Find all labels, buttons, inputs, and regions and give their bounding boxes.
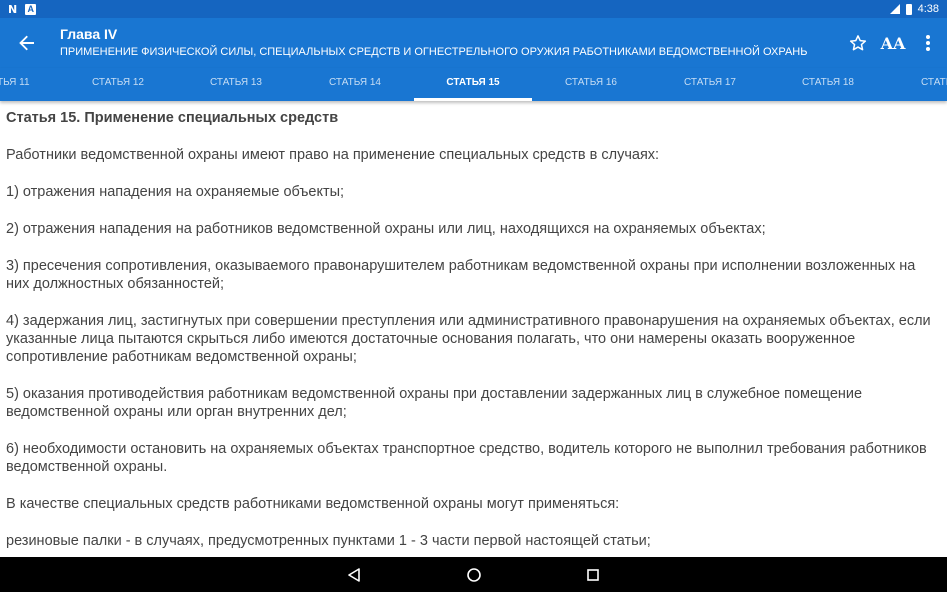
article-content[interactable]: Статья 15. Применение специальных средст…	[0, 101, 947, 557]
back-button[interactable]	[14, 30, 40, 56]
favorite-button[interactable]	[845, 30, 871, 56]
tab-article-17[interactable]: СТАТЬЯ 17	[651, 68, 769, 101]
star-outline-icon	[849, 35, 867, 51]
tab-article-12[interactable]: СТАТЬЯ 12	[59, 68, 177, 101]
article-paragraph: 5) оказания противодействия работникам в…	[6, 386, 863, 420]
tab-article-19[interactable]: СТАТЬЯ 19	[888, 68, 947, 101]
article-paragraph: резиновые палки - в случаях, предусмотре…	[6, 533, 651, 549]
tab-article-14[interactable]: СТАТЬЯ 14	[296, 68, 414, 101]
battery-icon	[905, 3, 912, 15]
nav-recents-button[interactable]	[583, 565, 603, 585]
notification-n-icon: N	[8, 2, 18, 16]
status-bar: N A 4:38	[0, 0, 947, 18]
app-bar: Глава IV ПРИМЕНЕНИЕ ФИЗИЧЕСКОЙ СИЛЫ, СПЕ…	[0, 18, 947, 68]
signal-icon	[889, 4, 900, 14]
nav-home-button[interactable]	[464, 565, 484, 585]
system-nav-bar	[0, 557, 947, 592]
tab-article-18[interactable]: СТАТЬЯ 18	[769, 68, 887, 101]
article-paragraph: 6) необходимости остановить на охраняемы…	[6, 441, 927, 475]
notification-a-icon: A	[25, 3, 37, 15]
app-bar-titles: Глава IV ПРИМЕНЕНИЕ ФИЗИЧЕСКОЙ СИЛЫ, СПЕ…	[60, 26, 807, 60]
square-recents-icon	[587, 569, 599, 581]
article-paragraph: 3) пресечения сопротивления, оказываемог…	[6, 258, 916, 292]
article-paragraph: 2) отражения нападения на работников вед…	[6, 221, 766, 237]
article-paragraph: Работники ведомственной охраны имеют пра…	[6, 147, 660, 163]
font-size-button[interactable]: AA	[880, 30, 906, 56]
article-tabs: СТАТЬЯ 11 СТАТЬЯ 12 СТАТЬЯ 13 СТАТЬЯ 14 …	[0, 68, 947, 101]
article-paragraph: В качестве специальных средств работника…	[6, 496, 620, 512]
triangle-back-icon	[348, 568, 360, 582]
tab-article-13[interactable]: СТАТЬЯ 13	[177, 68, 295, 101]
article-paragraph: 4) задержания лиц, застигнутых при совер…	[6, 313, 931, 365]
circle-home-icon	[467, 568, 481, 582]
tab-article-11[interactable]: СТАТЬЯ 11	[0, 68, 63, 101]
chapter-subtitle: ПРИМЕНЕНИЕ ФИЗИЧЕСКОЙ СИЛЫ, СПЕЦИАЛЬНЫХ …	[60, 46, 807, 58]
more-vertical-icon	[926, 35, 930, 51]
arrow-back-icon	[19, 35, 34, 51]
font-size-icon: AA	[880, 33, 906, 53]
chapter-title: Глава IV	[60, 26, 118, 42]
tab-article-15[interactable]: СТАТЬЯ 15	[414, 68, 532, 101]
article-paragraph: 1) отражения нападения на охраняемые объ…	[6, 184, 345, 200]
article-title: Статья 15. Применение специальных средст…	[6, 110, 339, 126]
nav-back-button[interactable]	[344, 565, 364, 585]
status-time: 4:38	[917, 3, 939, 15]
more-options-button[interactable]	[915, 30, 941, 56]
tab-article-16[interactable]: СТАТЬЯ 16	[532, 68, 650, 101]
